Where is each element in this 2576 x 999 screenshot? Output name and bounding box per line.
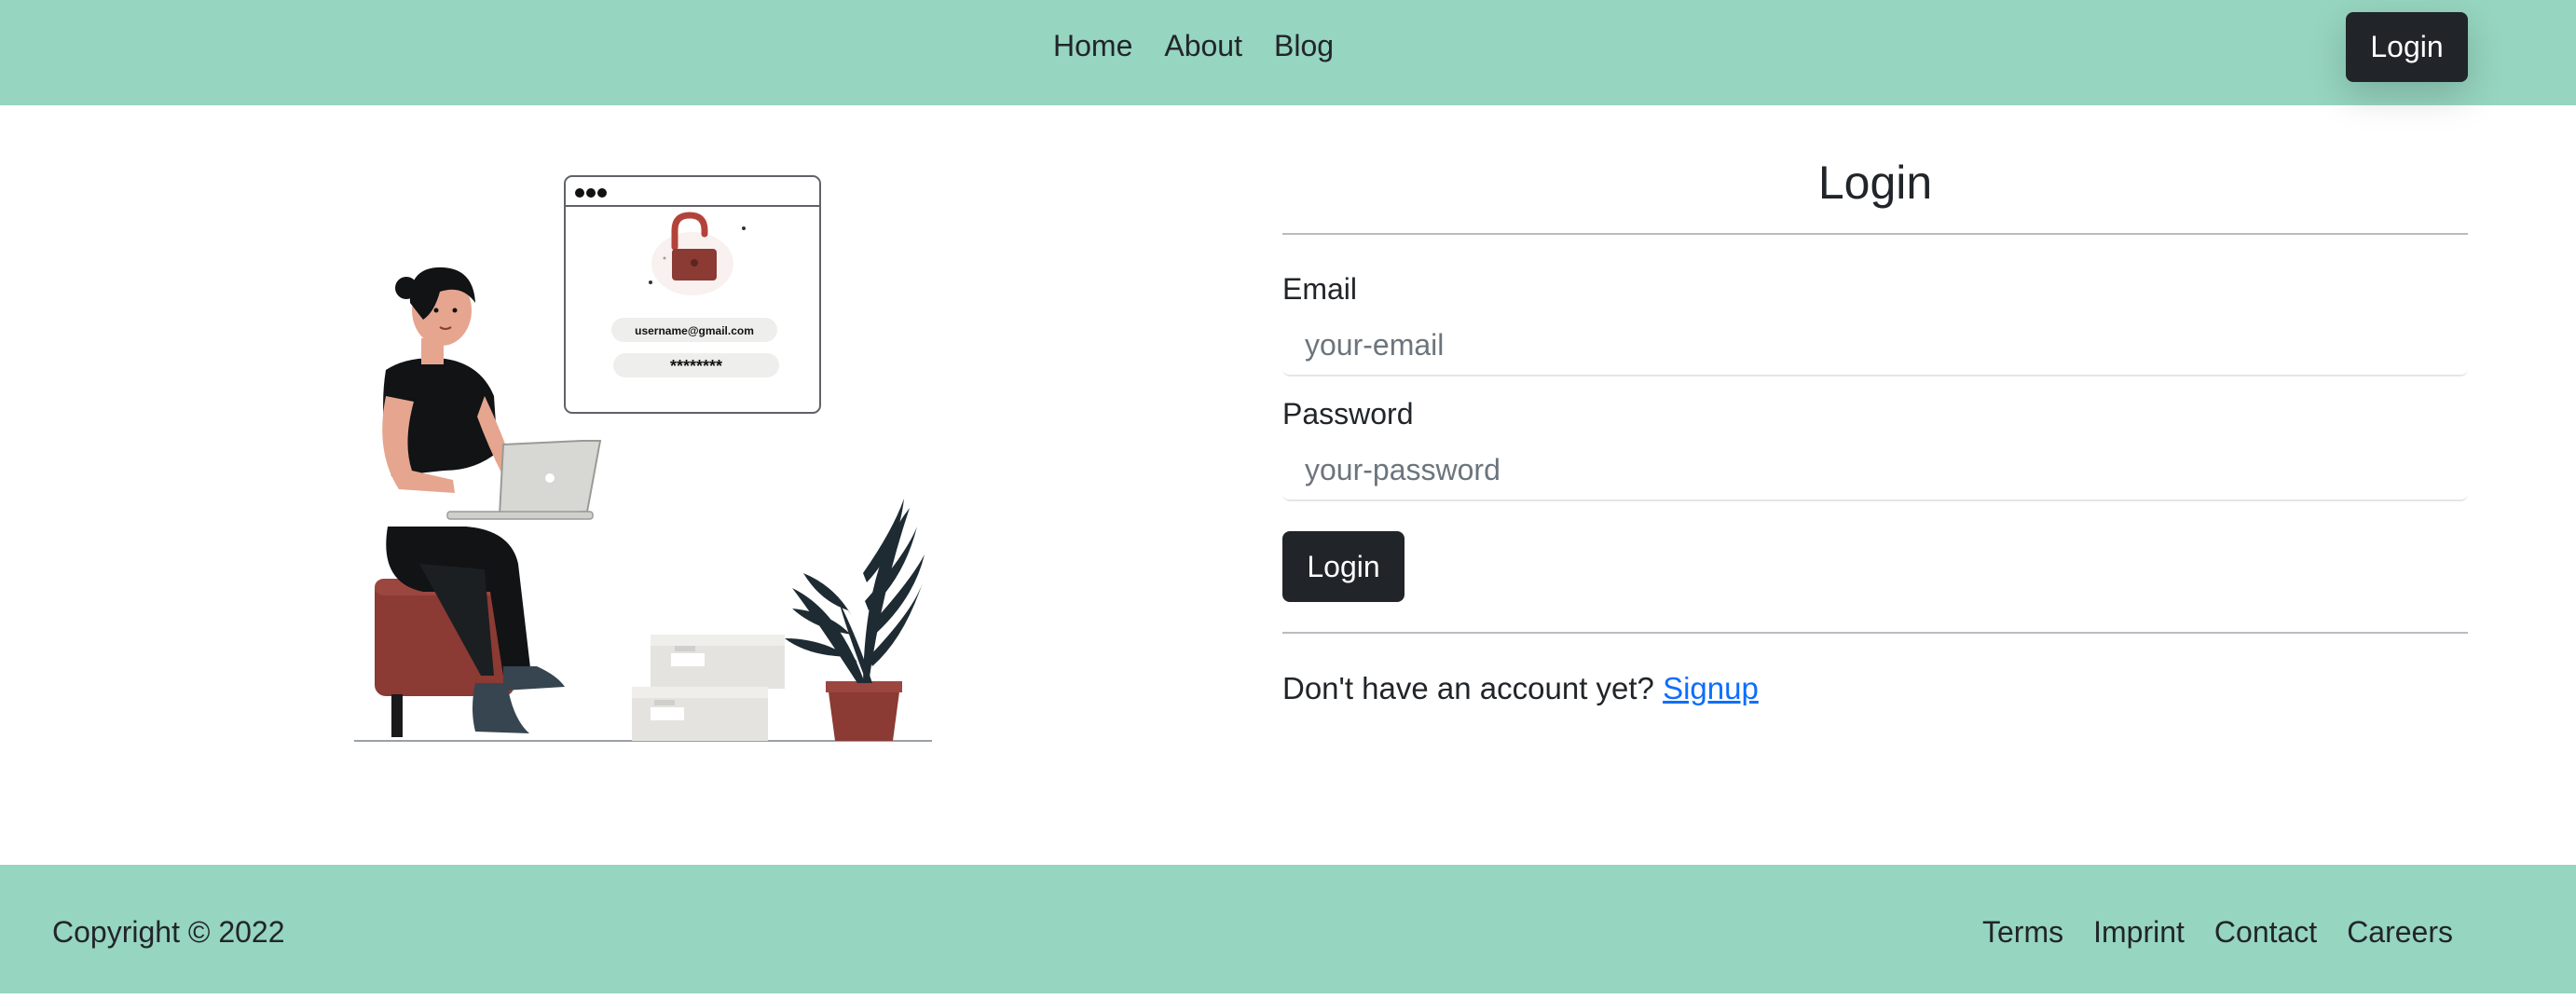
nav-link-blog[interactable]: Blog	[1274, 29, 1334, 63]
storage-boxes-graphic	[632, 635, 785, 741]
divider	[1282, 632, 2468, 634]
login-illustration: username@gmail.com ********	[354, 172, 934, 750]
email-label: Email	[1282, 272, 1358, 306]
form-title: Login	[1817, 157, 1933, 209]
top-navbar: Home About Blog Login	[0, 0, 2576, 105]
footer-links: Terms Imprint Contact Careers	[1953, 865, 2453, 999]
main-nav: Home About Blog	[1053, 0, 1365, 91]
header-login-button[interactable]: Login	[2346, 12, 2468, 82]
nav-link-about[interactable]: About	[1164, 29, 1242, 63]
copyright-text: Copyright © 2022	[52, 915, 285, 949]
footer-link-careers[interactable]: Careers	[2347, 915, 2453, 950]
email-input[interactable]	[1282, 315, 2468, 376]
signup-link[interactable]: Signup	[1663, 671, 1759, 705]
footer: Copyright © 2022 Terms Imprint Contact C…	[0, 865, 2576, 993]
footer-link-imprint[interactable]: Imprint	[2093, 915, 2185, 950]
password-input[interactable]	[1282, 440, 2468, 501]
potted-plant-graphic	[785, 499, 925, 741]
illustration-email-text: username@gmail.com	[635, 324, 754, 337]
signup-prompt: Don't have an account yet? Signup	[1282, 669, 2468, 708]
password-label: Password	[1282, 397, 1414, 431]
browser-window-graphic: username@gmail.com ********	[564, 175, 821, 414]
nav-link-home[interactable]: Home	[1053, 29, 1132, 63]
illustration-password-text: ********	[670, 357, 722, 376]
login-submit-button[interactable]: Login	[1282, 531, 1404, 602]
signup-prompt-text: Don't have an account yet?	[1282, 671, 1664, 705]
footer-link-terms[interactable]: Terms	[1982, 915, 2063, 950]
woman-with-laptop-illustration: username@gmail.com ********	[354, 175, 932, 742]
footer-link-contact[interactable]: Contact	[2214, 915, 2317, 950]
divider	[1282, 233, 2468, 235]
login-form: Login Email Password Login Don't have an…	[1282, 140, 2468, 708]
